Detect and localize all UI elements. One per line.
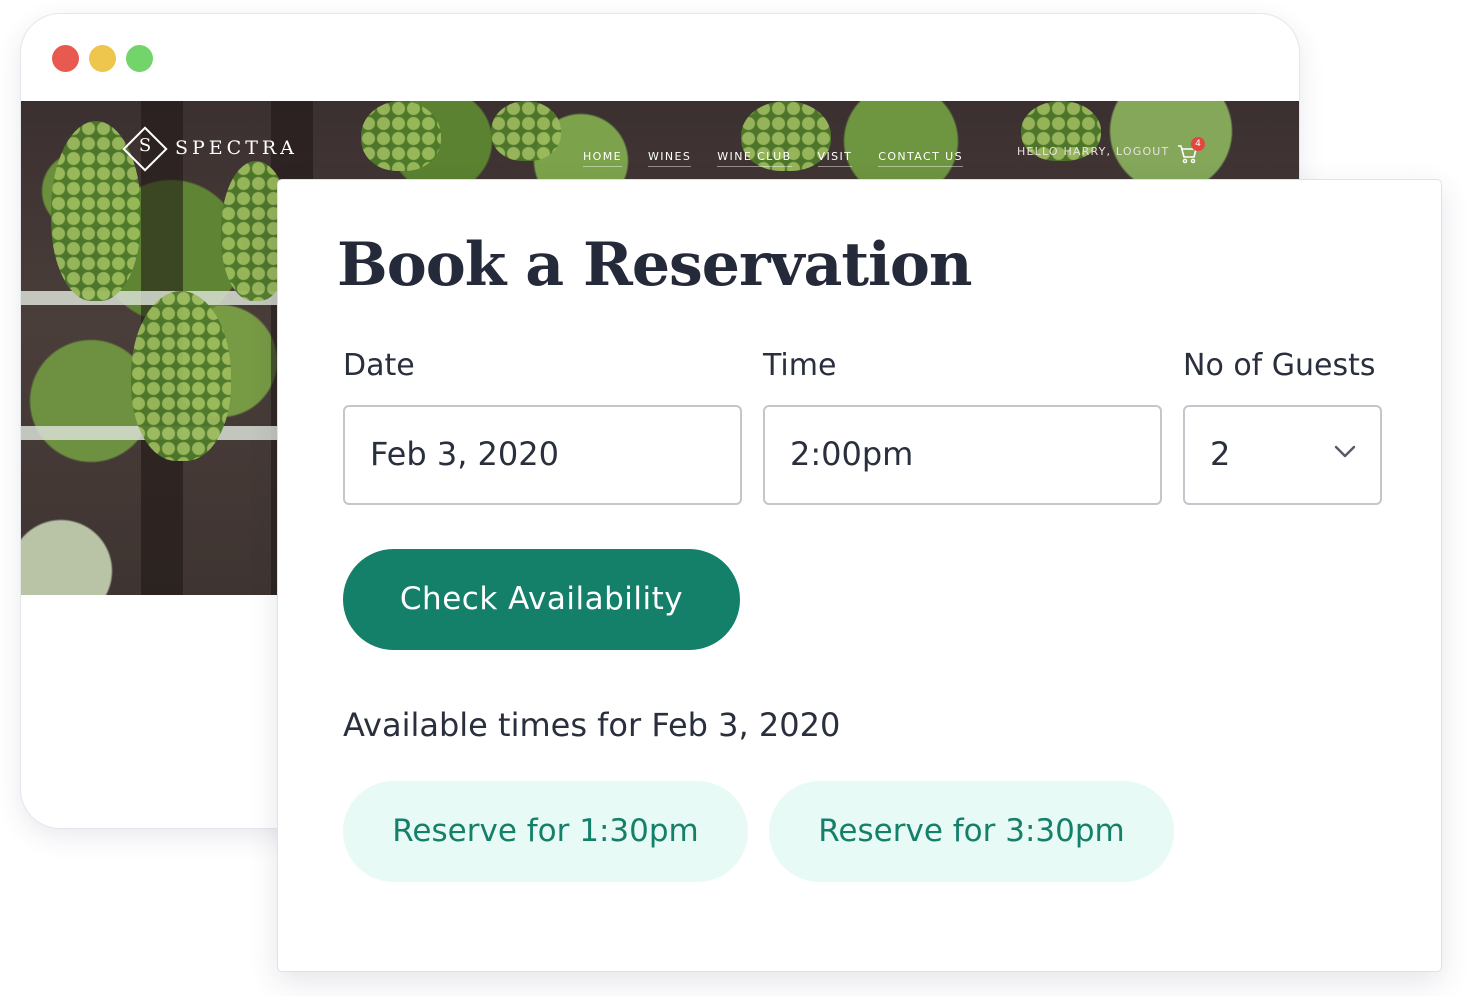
time-label: Time (763, 348, 837, 383)
check-availability-button[interactable]: Check Availability (343, 549, 740, 650)
date-field[interactable]: Feb 3, 2020 (343, 405, 742, 505)
cart-count-badge: 4 (1191, 137, 1205, 151)
reserve-slot-button[interactable]: Reserve for 1:30pm (343, 781, 748, 882)
greeting-logout-link[interactable]: HELLO HARRY, LOGOUT (1017, 145, 1169, 158)
logo-text: SPECTRA (175, 137, 298, 159)
guests-value: 2 (1210, 435, 1231, 473)
guests-label: No of Guests (1183, 348, 1376, 383)
nav-wines[interactable]: WINES (647, 150, 692, 167)
stage: S SPECTRA HOME WINES WINE CLUB VISIT CONTACT… (0, 0, 1466, 996)
nav-visit[interactable]: VISIT (817, 150, 853, 167)
nav-links: HOME WINES WINE CLUB VISIT CONTACT US (583, 145, 989, 167)
cart-button[interactable]: 4 (1177, 137, 1207, 167)
chevron-down-icon (1334, 445, 1356, 458)
page-title: Book a Reservation (337, 230, 972, 300)
logo-letter: S (138, 135, 152, 156)
reserve-slot-button[interactable]: Reserve for 3:30pm (769, 781, 1174, 882)
minimize-window-button[interactable] (89, 45, 116, 72)
site-navigation: S SPECTRA HOME WINES WINE CLUB VISIT CONTACT… (21, 101, 1299, 181)
date-value: Feb 3, 2020 (370, 435, 559, 473)
available-times-heading: Available times for Feb 3, 2020 (343, 706, 841, 744)
date-label: Date (343, 348, 415, 383)
nav-home[interactable]: HOME (583, 150, 622, 167)
time-value: 2:00pm (790, 435, 914, 473)
close-window-button[interactable] (52, 45, 79, 72)
time-field[interactable]: 2:00pm (763, 405, 1162, 505)
reservation-card: Book a Reservation Date Time No of Guest… (277, 179, 1442, 972)
maximize-window-button[interactable] (126, 45, 153, 72)
guests-select[interactable]: 2 (1183, 405, 1382, 505)
nav-contact-us[interactable]: CONTACT US (878, 150, 963, 167)
nav-wine-club[interactable]: WINE CLUB (717, 150, 792, 167)
